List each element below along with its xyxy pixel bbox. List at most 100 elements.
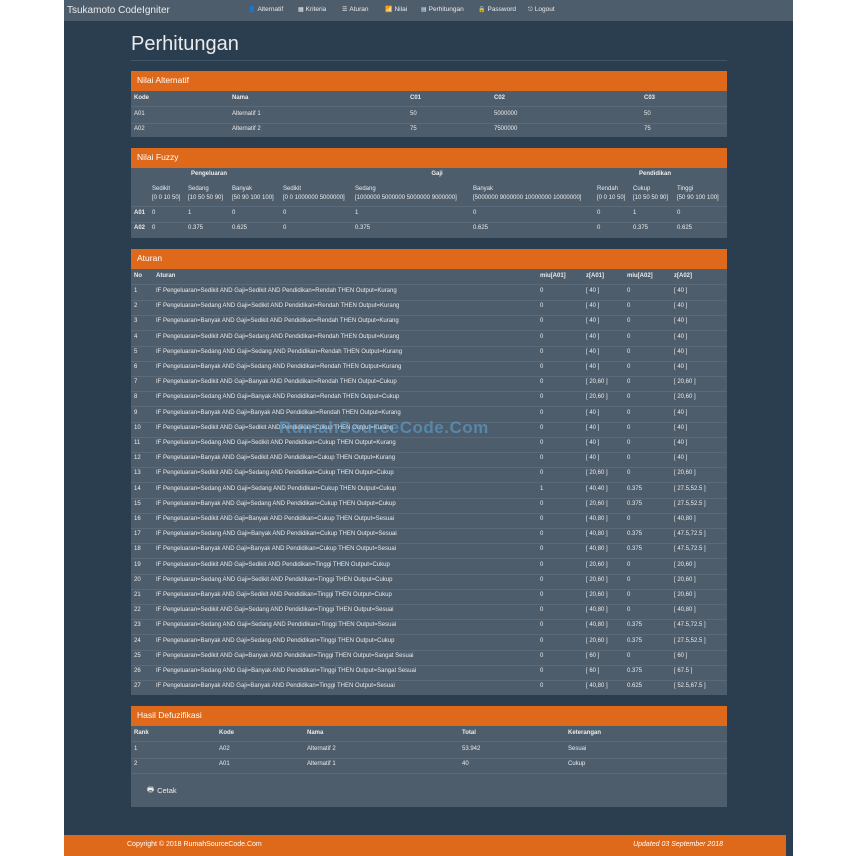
nav-item-label: Perhitungan (428, 6, 464, 13)
table-cell: 0.375 (627, 485, 643, 492)
table-cell: [ 40 ] (674, 303, 688, 310)
rule-text: IF Pengeluaran=Sedikit AND Gaji=Sedang A… (156, 607, 394, 614)
table-cell: [ 40 ] (586, 455, 600, 462)
table-cell: 0 (627, 303, 631, 310)
nav-item-perhitungan[interactable]: ▤ Perhitungan (421, 6, 464, 13)
table-cell: Alternatif 1 (232, 111, 261, 117)
panel-title: Aturan (131, 249, 727, 269)
nav-item-password[interactable]: 🔒 Password (478, 6, 516, 13)
table-cell: 26 (134, 668, 141, 674)
row-divider (131, 482, 727, 484)
table-cell: 0 (540, 668, 544, 674)
rule-text: IF Pengeluaran=Banyak AND Gaji=Sedang AN… (156, 637, 395, 644)
table-cell: 0 (232, 210, 236, 216)
nav-item-kriteria[interactable]: ▦ Kriteria (298, 6, 326, 13)
panel-aturan: Aturan No Aturan miu[A01] z[A01] miu[A02] z[A… (131, 249, 727, 695)
nilai-icon: 📶 (385, 6, 393, 13)
row-divider (131, 376, 727, 377)
table-cell: 0 (627, 561, 631, 568)
table-cell: 75 (644, 126, 651, 132)
table-cell: 16 (134, 516, 141, 522)
table-cell: 0 (540, 440, 544, 446)
table-cell: 23 (134, 622, 141, 629)
nav-item-nilai[interactable]: 📶 Nilai (385, 6, 407, 13)
nav-item-alternatif[interactable]: 👤 Alternatif (248, 6, 283, 13)
table-cell: 0 (540, 364, 544, 370)
table-cell: 0 (540, 379, 544, 386)
table-cell: 0 (473, 210, 477, 216)
fuzzy-set-name: Sedang (188, 186, 209, 192)
table-cell: 0 (627, 424, 631, 431)
row-divider (131, 588, 727, 590)
row-divider (131, 558, 727, 560)
table-cell: 0 (540, 318, 544, 325)
table-cell: [ 47.5,72.5 ] (674, 531, 706, 538)
print-button[interactable]: 🖶 Cetak (147, 784, 177, 797)
row-divider (131, 345, 727, 347)
row-divider (131, 391, 727, 393)
table-cell: [ 40 ] (586, 333, 600, 340)
table-cell: 0 (627, 348, 631, 355)
table-cell: 53.942 (462, 746, 481, 752)
table-cell: Alternatif 2 (307, 746, 336, 752)
row-code: A02 (134, 225, 146, 231)
table-cell: [ 40 ] (674, 440, 688, 446)
row-divider (131, 634, 727, 636)
table-cell: 0.375 (627, 546, 643, 553)
table-cell: [ 20,60 ] (674, 592, 696, 598)
table-cell: [ 20,60 ] (674, 576, 696, 583)
rule-text: IF Pengeluaran=Sedang AND Gaji=Sedang AN… (156, 348, 403, 355)
table-cell: [ 40,40 ] (586, 485, 608, 492)
table-cell: 27 (134, 683, 141, 690)
navbar-brand[interactable]: Tsukamoto CodeIgniter (67, 5, 170, 16)
table-cell: 0 (627, 470, 631, 477)
table-cell: [ 20,60 ] (586, 637, 608, 644)
nav-item-label: Logout (534, 6, 555, 13)
password-icon: 🔒 (478, 6, 486, 13)
table-cell: 10 (134, 424, 141, 431)
rule-text: IF Pengeluaran=Sedang AND Gaji=Sedang AN… (156, 485, 397, 492)
row-divider (131, 649, 727, 651)
table-cell: [ 27.5,52.5 ] (674, 637, 706, 644)
table-cell: 0 (597, 225, 601, 231)
table-cell: [ 20,60 ] (586, 576, 608, 583)
nav-item-logout[interactable]: ⎋ Logout (528, 6, 555, 13)
table-cell: 24 (134, 637, 141, 644)
table-cell: 0 (540, 303, 544, 310)
fuzzy-set-name: Banyak (473, 186, 494, 192)
table-cell: 0 (677, 210, 681, 216)
column-header: No (134, 273, 142, 279)
table-cell: 15 (134, 500, 141, 507)
table-cell: [ 20,60 ] (674, 379, 696, 386)
table-cell: A02 (134, 126, 145, 132)
rule-text: IF Pengeluaran=Sedikit AND Gaji=Banyak A… (156, 379, 397, 386)
table-cell: [ 20,60 ] (586, 561, 608, 568)
rule-text: IF Pengeluaran=Banyak AND Gaji=Sedikit A… (156, 455, 396, 462)
row-divider (131, 284, 727, 285)
table-cell: 7 (134, 379, 138, 386)
row-divider (131, 528, 727, 529)
panel-title: Nilai Alternatif (131, 71, 727, 91)
table-cell: 0 (540, 546, 544, 553)
column-header: miu[A01] (540, 273, 566, 279)
nav-item-aturan[interactable]: ☰ Aturan (342, 6, 369, 13)
table-cell: 1 (188, 210, 192, 216)
table-cell: 0 (540, 288, 544, 294)
row-divider (131, 773, 727, 774)
page-title: Perhitungan (131, 33, 239, 55)
table-cell: 0 (627, 333, 631, 340)
column-header: z[A02] (674, 273, 693, 279)
table-cell: 1 (355, 210, 359, 216)
table-cell: [ 40,80 ] (586, 607, 608, 614)
row-divider (131, 315, 727, 317)
table-cell: 0 (540, 683, 544, 690)
fuzzy-set-range: [1000000 5000000 5000000 9000000] (355, 195, 457, 201)
table-cell: [ 60 ] (586, 652, 600, 659)
rule-text: IF Pengeluaran=Banyak AND Gaji=Banyak AN… (156, 409, 401, 416)
rule-text: IF Pengeluaran=Sedang AND Gaji=Sedikit A… (156, 440, 396, 446)
fuzzy-set-range: [50 90 100 100] (677, 195, 719, 201)
row-divider (131, 741, 727, 742)
table-cell: 17 (134, 531, 141, 538)
table-cell: 75 (410, 126, 417, 132)
row-divider (131, 452, 727, 453)
